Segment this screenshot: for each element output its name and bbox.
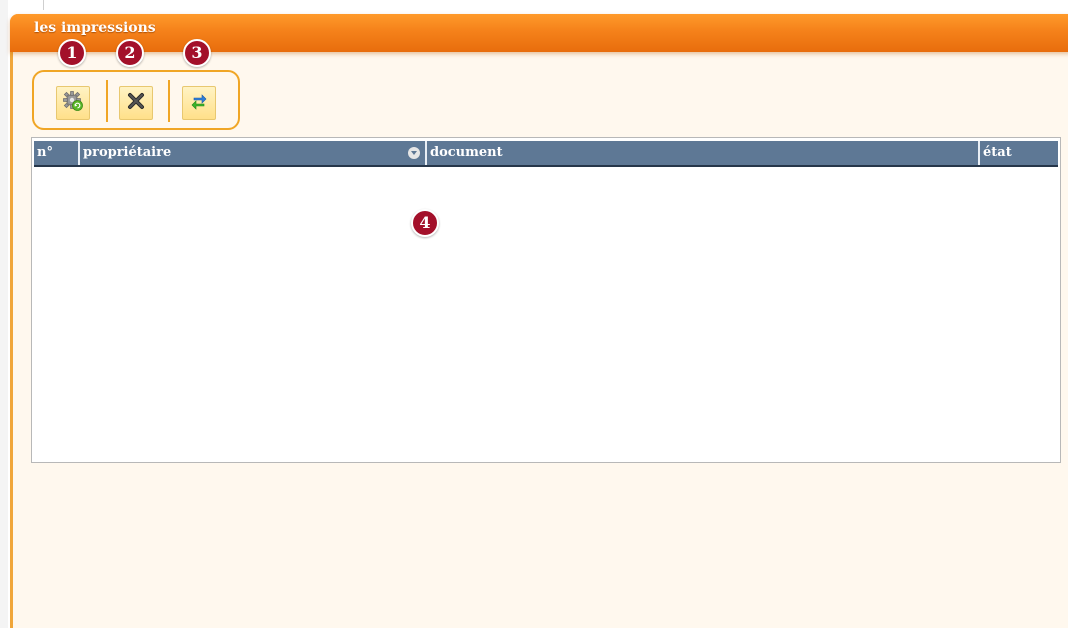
toolbar-separator: [106, 80, 108, 122]
refresh-arrows-icon: [189, 91, 209, 115]
window-title: les impressions: [34, 20, 156, 36]
column-header-number[interactable]: n°: [34, 141, 78, 165]
toolbar-separator: [168, 80, 170, 122]
print-jobs-table: n° propriétaire document état: [31, 137, 1061, 463]
badge-3: 3: [183, 39, 211, 67]
badge-4: 4: [411, 209, 439, 237]
table-header: n° propriétaire document état: [34, 141, 1058, 167]
close-x-icon: [126, 91, 146, 115]
badge-2: 2: [116, 39, 144, 67]
sort-dropdown-icon[interactable]: [408, 147, 420, 159]
page-edge-line: [43, 0, 44, 10]
print-jobs-window: les impressions 1 2 3 n° propriétaire do…: [10, 14, 1068, 628]
column-header-status[interactable]: état: [978, 141, 1058, 165]
column-header-owner[interactable]: propriétaire: [78, 141, 425, 165]
refresh-button[interactable]: [182, 86, 216, 120]
gear-recycle-icon: [62, 90, 84, 116]
column-header-document[interactable]: document: [425, 141, 978, 165]
window-titlebar[interactable]: les impressions: [10, 14, 1068, 52]
toolbar: [32, 70, 240, 130]
delete-button[interactable]: [119, 86, 153, 120]
badge-1: 1: [58, 39, 86, 67]
purge-button[interactable]: [56, 86, 90, 120]
page-edge: [0, 0, 8, 628]
